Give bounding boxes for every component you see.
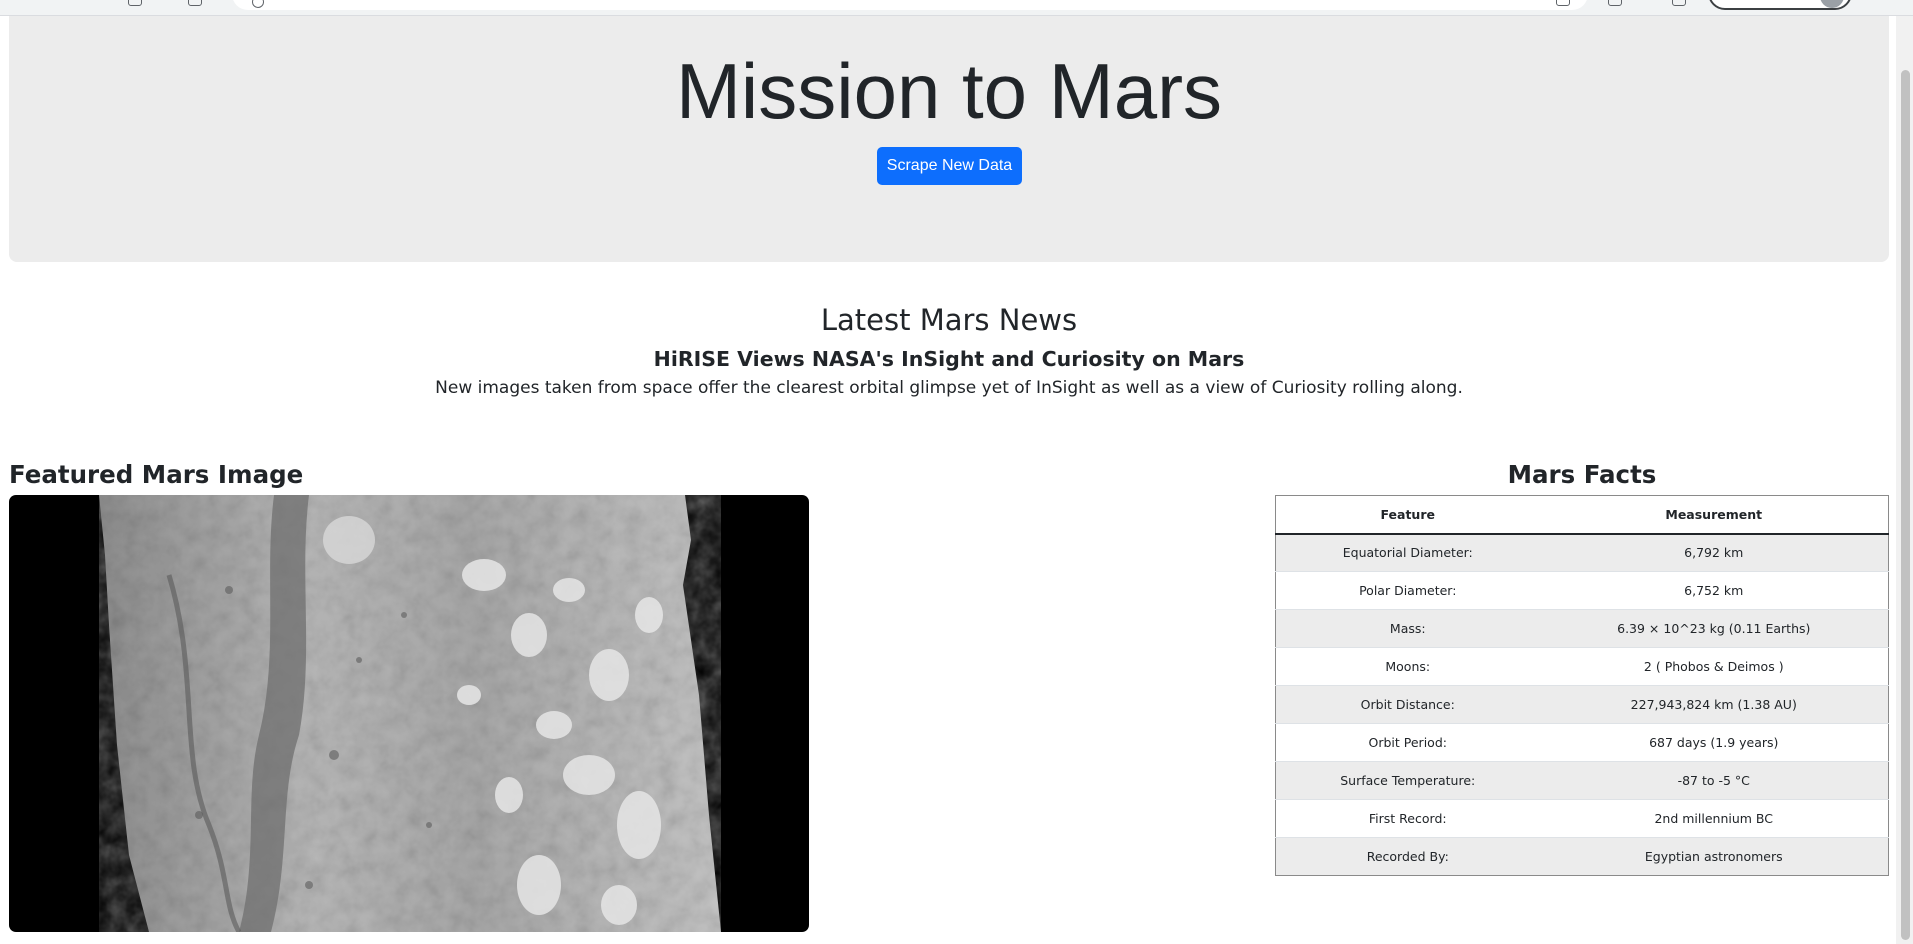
feature-cell: Recorded By: <box>1275 837 1540 876</box>
mars-facts-heading: Mars Facts <box>1507 460 1657 489</box>
table-row: Moons: 2 ( Phobos & Deimos ) <box>1275 647 1889 686</box>
table-row: Polar Diameter: 6,752 km <box>1275 571 1889 610</box>
featured-image-heading: Featured Mars Image <box>9 460 304 489</box>
column-header-measurement: Measurement <box>1539 495 1889 535</box>
table-row: Recorded By: Egyptian astronomers <box>1275 837 1889 876</box>
news-heading: Latest Mars News <box>820 303 1078 337</box>
feature-cell: Polar Diameter: <box>1275 571 1540 610</box>
measurement-cell: 6,792 km <box>1539 533 1889 572</box>
measurement-cell: Egyptian astronomers <box>1539 837 1889 876</box>
table-row: Equatorial Diameter: 6,792 km <box>1275 533 1889 572</box>
news-teaser: New images taken from space offer the cl… <box>435 378 1463 398</box>
measurement-cell: 227,943,824 km (1.38 AU) <box>1539 685 1889 724</box>
featured-mars-image <box>9 495 809 932</box>
scrape-new-data-button[interactable]: Scrape New Data <box>877 147 1022 185</box>
scrollbar-thumb[interactable] <box>1901 70 1910 940</box>
profile-button[interactable] <box>1708 0 1852 10</box>
browser-toolbar <box>0 0 1913 16</box>
feature-cell: Equatorial Diameter: <box>1275 533 1540 572</box>
address-bar[interactable] <box>232 0 1588 10</box>
news-title: HiRISE Views NASA's InSight and Curiosit… <box>653 347 1245 371</box>
table-row: Orbit Distance: 227,943,824 km (1.38 AU) <box>1275 685 1889 724</box>
page-title: Mission to Mars <box>675 47 1223 135</box>
measurement-cell: 2nd millennium BC <box>1539 799 1889 838</box>
mars-surface-image <box>99 495 721 932</box>
table-row: Surface Temperature: -87 to -5 °C <box>1275 761 1889 800</box>
table-row: Orbit Period: 687 days (1.9 years) <box>1275 723 1889 762</box>
table-row: First Record: 2nd millennium BC <box>1275 799 1889 838</box>
measurement-cell: 6,752 km <box>1539 571 1889 610</box>
measurement-cell: -87 to -5 °C <box>1539 761 1889 800</box>
apps-icon[interactable] <box>188 0 202 6</box>
feature-cell: Orbit Distance: <box>1275 685 1540 724</box>
measurement-cell: 2 ( Phobos & Deimos ) <box>1539 647 1889 686</box>
mars-facts-table: Feature Measurement Equatorial Diameter:… <box>1275 495 1889 876</box>
feature-cell: First Record: <box>1275 799 1540 838</box>
table-header-row: Feature Measurement <box>1275 495 1889 535</box>
feature-cell: Orbit Period: <box>1275 723 1540 762</box>
measurement-cell: 6.39 × 10^23 kg (0.11 Earths) <box>1539 609 1889 648</box>
feature-cell: Surface Temperature: <box>1275 761 1540 800</box>
feature-cell: Mass: <box>1275 609 1540 648</box>
measurement-cell: 687 days (1.9 years) <box>1539 723 1889 762</box>
feature-cell: Moons: <box>1275 647 1540 686</box>
reload-icon[interactable] <box>128 0 142 6</box>
column-header-feature: Feature <box>1275 495 1540 535</box>
sidepanel-icon[interactable] <box>1672 0 1686 6</box>
extensions-icon[interactable] <box>1608 0 1622 6</box>
translate-icon[interactable] <box>1556 0 1570 6</box>
table-row: Mass: 6.39 × 10^23 kg (0.11 Earths) <box>1275 609 1889 648</box>
